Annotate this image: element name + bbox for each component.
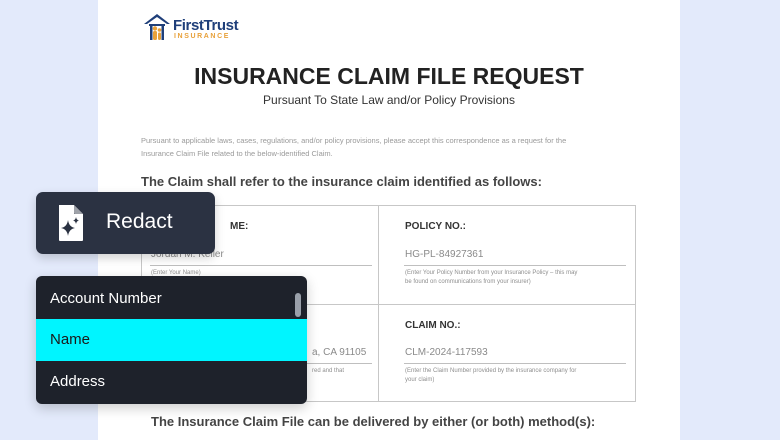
logo-name: FirstTrust <box>173 17 239 34</box>
intro-paragraph: Pursuant to applicable laws, cases, regu… <box>141 135 641 160</box>
logo-tagline: INSURANCE <box>174 33 231 40</box>
claim-field-hint: (Enter the Claim Number provided by the … <box>405 367 576 384</box>
policy-field-label: POLICY NO.: <box>405 221 466 232</box>
claim-field-underline <box>404 363 626 364</box>
house-family-icon <box>144 14 170 40</box>
policy-hint-line-1: (Enter Your Policy Number from your Insu… <box>405 270 578 276</box>
claim-field-value[interactable]: CLM-2024-117593 <box>405 347 488 358</box>
policy-field-hint: (Enter Your Policy Number from your Insu… <box>405 269 577 286</box>
document-subtitle: Pursuant To State Law and/or Policy Prov… <box>263 93 515 107</box>
claim-field-label: CLAIM NO.: <box>405 320 461 331</box>
dropdown-item-address[interactable]: Address <box>36 361 307 403</box>
document-sparkle-icon <box>59 205 83 241</box>
dropdown-scrollbar[interactable] <box>295 293 301 317</box>
claim-heading: The Claim shall refer to the insurance c… <box>141 174 542 189</box>
policy-hint-line-2: be found on communications from your ins… <box>405 278 531 285</box>
claim-hint-line-2: your claim) <box>405 376 435 383</box>
dropdown-item-account-number[interactable]: Account Number <box>36 278 307 320</box>
name-field-label: ME: <box>230 221 249 232</box>
claim-hint-line-1: (Enter the Claim Number provided by the … <box>405 368 577 374</box>
intro-line-1: Pursuant to applicable laws, cases, regu… <box>141 136 567 145</box>
intro-line-2: Insurance Claim File related to the belo… <box>141 148 333 158</box>
redact-button[interactable]: Redact <box>36 192 215 254</box>
document-title: INSURANCE CLAIM FILE REQUEST <box>194 63 584 89</box>
name-field-underline <box>150 265 372 266</box>
redact-category-dropdown: Account Number Name Address <box>36 276 307 404</box>
address-field-hint: red and that <box>312 368 345 374</box>
address-field-value[interactable]: a, CA 91105 <box>312 347 366 358</box>
policy-field-underline <box>404 265 626 266</box>
redact-button-label: Redact <box>106 210 173 233</box>
dropdown-item-name[interactable]: Name <box>36 319 307 361</box>
policy-field-value[interactable]: HG-PL-84927361 <box>405 249 483 260</box>
company-logo: FirstTrust INSURANCE <box>142 12 252 42</box>
delivery-heading: The Insurance Claim File can be delivere… <box>151 414 596 429</box>
